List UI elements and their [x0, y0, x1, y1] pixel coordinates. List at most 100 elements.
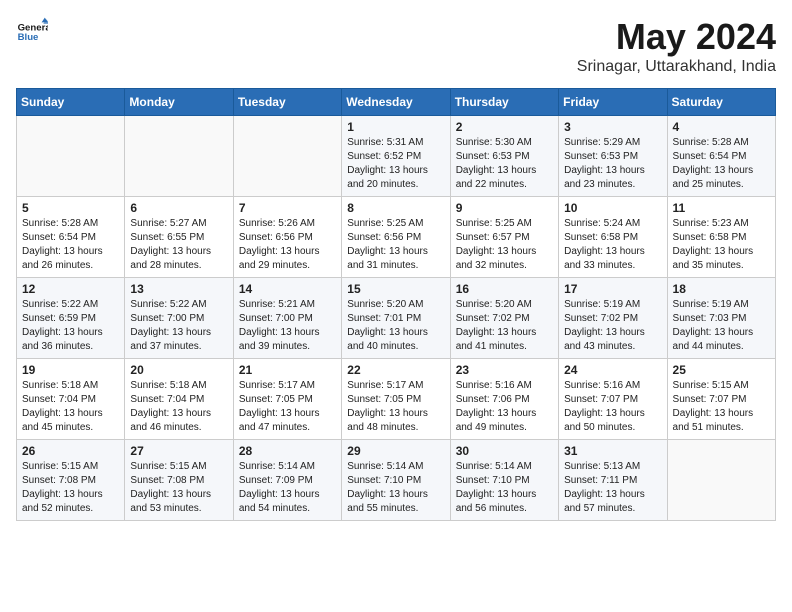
- day-number: 7: [239, 201, 336, 215]
- calendar-cell: 23 Sunrise: 5:16 AMSunset: 7:06 PMDayligh…: [450, 359, 558, 440]
- calendar-cell: 8 Sunrise: 5:25 AMSunset: 6:56 PMDaylight…: [342, 197, 450, 278]
- weekday-header-thursday: Thursday: [450, 89, 558, 116]
- calendar-cell: 14 Sunrise: 5:21 AMSunset: 7:00 PMDayligh…: [233, 278, 341, 359]
- title-block: May 2024 Srinagar, Uttarakhand, India: [577, 16, 776, 76]
- weekday-header-monday: Monday: [125, 89, 233, 116]
- calendar-cell: 21 Sunrise: 5:17 AMSunset: 7:05 PMDayligh…: [233, 359, 341, 440]
- calendar-cell: 20 Sunrise: 5:18 AMSunset: 7:04 PMDayligh…: [125, 359, 233, 440]
- day-info: Sunrise: 5:13 AMSunset: 7:11 PMDaylight:…: [564, 460, 661, 516]
- calendar-cell: 19Sunrise: 5:18 AMSunset: 7:04 PMDayligh…: [17, 359, 125, 440]
- svg-text:Blue: Blue: [18, 32, 39, 43]
- day-number: 17: [564, 282, 661, 296]
- calendar-cell: 28Sunrise: 5:14 AMSunset: 7:09 PMDayligh…: [233, 440, 341, 521]
- day-number: 4: [673, 120, 770, 134]
- day-info: Sunrise: 5:21 AMSunset: 7:00 PMDaylight:…: [239, 298, 336, 354]
- calendar-week-row: 19 Sunrise: 5:18 AMSunset: 7:04 PMDayligh…: [17, 359, 776, 440]
- day-number: 20: [130, 363, 227, 377]
- weekday-header-tuesday: Tuesday: [233, 89, 341, 116]
- calendar-cell: 29 Sunrise: 5:14 AMSunset: 7:10 PMDayligh…: [342, 440, 450, 521]
- calendar-cell: 13Sunrise: 5:22 AMSunset: 7:00 PMDayligh…: [125, 278, 233, 359]
- day-info: Sunrise: 5:26 AMSunset: 6:56 PMDaylight:…: [239, 217, 336, 273]
- day-number: 8: [347, 201, 444, 215]
- day-number: 3: [564, 120, 661, 134]
- day-number: 1: [347, 120, 444, 134]
- calendar-cell: 7 Sunrise: 5:26 AMSunset: 6:56 PMDaylight…: [233, 197, 341, 278]
- day-number: 5: [22, 201, 119, 215]
- day-info: Sunrise: 5:15 AMSunset: 7:08 PMDaylight:…: [22, 460, 119, 516]
- day-number: 26: [22, 444, 119, 458]
- day-info: Sunrise: 5:20 AMSunset: 7:02 PMDaylight:…: [456, 298, 553, 354]
- calendar-week-row: 12 Sunrise: 5:22 AMSunset: 6:59 PMDayligh…: [17, 278, 776, 359]
- weekday-header-friday: Friday: [559, 89, 667, 116]
- calendar-cell: 1Sunrise: 5:31 AMSunset: 6:52 PMDaylight…: [342, 116, 450, 197]
- day-info: Sunrise: 5:28 AMSunset: 6:54 PMDaylight:…: [673, 136, 770, 192]
- calendar-cell: 16Sunrise: 5:20 AMSunset: 7:02 PMDayligh…: [450, 278, 558, 359]
- day-number: 6: [130, 201, 227, 215]
- day-info: Sunrise: 5:25 AMSunset: 6:57 PMDaylight:…: [456, 217, 553, 273]
- day-info: Sunrise: 5:20 AMSunset: 7:01 PMDaylight:…: [347, 298, 444, 354]
- day-info: Sunrise: 5:23 AMSunset: 6:58 PMDaylight:…: [673, 217, 770, 273]
- day-number: 9: [456, 201, 553, 215]
- day-info: Sunrise: 5:19 AMSunset: 7:02 PMDaylight:…: [564, 298, 661, 354]
- day-number: 10: [564, 201, 661, 215]
- day-number: 18: [673, 282, 770, 296]
- day-info: Sunrise: 5:14 AMSunset: 7:10 PMDaylight:…: [347, 460, 444, 516]
- day-number: 2: [456, 120, 553, 134]
- day-number: 15: [347, 282, 444, 296]
- location-subtitle: Srinagar, Uttarakhand, India: [577, 58, 776, 76]
- day-number: 12: [22, 282, 119, 296]
- calendar-cell: 26 Sunrise: 5:15 AMSunset: 7:08 PMDayligh…: [17, 440, 125, 521]
- day-number: 21: [239, 363, 336, 377]
- weekday-header-row: SundayMondayTuesdayWednesdayThursdayFrid…: [17, 89, 776, 116]
- day-number: 23: [456, 363, 553, 377]
- day-info: Sunrise: 5:27 AMSunset: 6:55 PMDaylight:…: [130, 217, 227, 273]
- logo-icon: General Blue: [16, 16, 48, 48]
- calendar-cell: 24Sunrise: 5:16 AMSunset: 7:07 PMDayligh…: [559, 359, 667, 440]
- calendar-cell: 25 Sunrise: 5:15 AMSunset: 7:07 PMDayligh…: [667, 359, 775, 440]
- day-info: Sunrise: 5:16 AMSunset: 7:06 PMDaylight:…: [456, 379, 553, 435]
- calendar-cell: 18Sunrise: 5:19 AMSunset: 7:03 PMDayligh…: [667, 278, 775, 359]
- calendar-cell: 10 Sunrise: 5:24 AMSunset: 6:58 PMDayligh…: [559, 197, 667, 278]
- day-info: Sunrise: 5:17 AMSunset: 7:05 PMDaylight:…: [347, 379, 444, 435]
- calendar-cell: 3 Sunrise: 5:29 AMSunset: 6:53 PMDaylight…: [559, 116, 667, 197]
- calendar-week-row: 5 Sunrise: 5:28 AMSunset: 6:54 PMDaylight…: [17, 197, 776, 278]
- calendar-cell: 9 Sunrise: 5:25 AMSunset: 6:57 PMDaylight…: [450, 197, 558, 278]
- day-info: Sunrise: 5:22 AMSunset: 6:59 PMDaylight:…: [22, 298, 119, 354]
- weekday-header-sunday: Sunday: [17, 89, 125, 116]
- day-info: Sunrise: 5:22 AMSunset: 7:00 PMDaylight:…: [130, 298, 227, 354]
- calendar-cell: 17 Sunrise: 5:19 AMSunset: 7:02 PMDayligh…: [559, 278, 667, 359]
- logo: General Blue: [16, 16, 48, 48]
- day-number: 29: [347, 444, 444, 458]
- day-number: 25: [673, 363, 770, 377]
- day-number: 27: [130, 444, 227, 458]
- day-info: Sunrise: 5:28 AMSunset: 6:54 PMDaylight:…: [22, 217, 119, 273]
- calendar-cell: [125, 116, 233, 197]
- day-info: Sunrise: 5:15 AMSunset: 7:07 PMDaylight:…: [673, 379, 770, 435]
- calendar-cell: [667, 440, 775, 521]
- month-title: May 2024: [577, 16, 776, 58]
- calendar-week-row: 1Sunrise: 5:31 AMSunset: 6:52 PMDaylight…: [17, 116, 776, 197]
- day-info: Sunrise: 5:25 AMSunset: 6:56 PMDaylight:…: [347, 217, 444, 273]
- calendar-cell: 6 Sunrise: 5:27 AMSunset: 6:55 PMDaylight…: [125, 197, 233, 278]
- day-info: Sunrise: 5:29 AMSunset: 6:53 PMDaylight:…: [564, 136, 661, 192]
- day-info: Sunrise: 5:24 AMSunset: 6:58 PMDaylight:…: [564, 217, 661, 273]
- day-number: 19: [22, 363, 119, 377]
- day-number: 14: [239, 282, 336, 296]
- calendar-cell: 30Sunrise: 5:14 AMSunset: 7:10 PMDayligh…: [450, 440, 558, 521]
- day-info: Sunrise: 5:14 AMSunset: 7:09 PMDaylight:…: [239, 460, 336, 516]
- calendar-cell: 4 Sunrise: 5:28 AMSunset: 6:54 PMDaylight…: [667, 116, 775, 197]
- calendar-cell: 31 Sunrise: 5:13 AMSunset: 7:11 PMDayligh…: [559, 440, 667, 521]
- day-number: 31: [564, 444, 661, 458]
- day-info: Sunrise: 5:30 AMSunset: 6:53 PMDaylight:…: [456, 136, 553, 192]
- calendar-table: SundayMondayTuesdayWednesdayThursdayFrid…: [16, 88, 776, 521]
- calendar-week-row: 26 Sunrise: 5:15 AMSunset: 7:08 PMDayligh…: [17, 440, 776, 521]
- day-number: 24: [564, 363, 661, 377]
- calendar-cell: 22Sunrise: 5:17 AMSunset: 7:05 PMDayligh…: [342, 359, 450, 440]
- calendar-cell: [233, 116, 341, 197]
- calendar-cell: 27Sunrise: 5:15 AMSunset: 7:08 PMDayligh…: [125, 440, 233, 521]
- calendar-cell: 11Sunrise: 5:23 AMSunset: 6:58 PMDayligh…: [667, 197, 775, 278]
- day-info: Sunrise: 5:18 AMSunset: 7:04 PMDaylight:…: [130, 379, 227, 435]
- weekday-header-saturday: Saturday: [667, 89, 775, 116]
- day-info: Sunrise: 5:14 AMSunset: 7:10 PMDaylight:…: [456, 460, 553, 516]
- day-info: Sunrise: 5:17 AMSunset: 7:05 PMDaylight:…: [239, 379, 336, 435]
